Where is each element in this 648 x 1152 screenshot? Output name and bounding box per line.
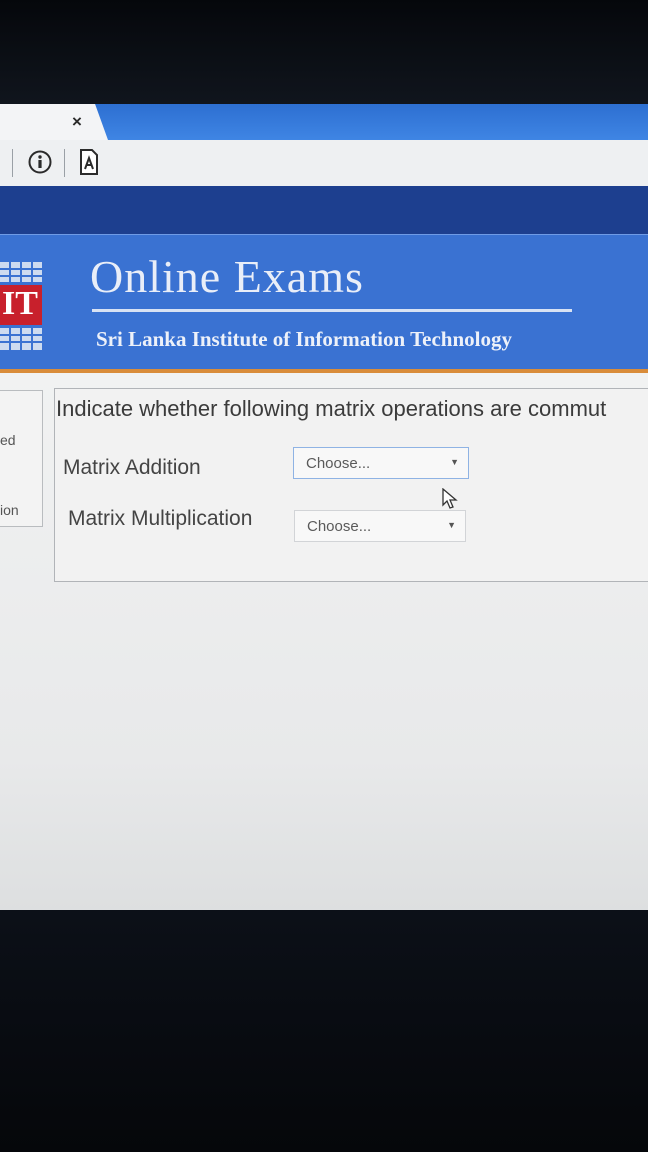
quiz-nav-label[interactable]: ion — [0, 502, 19, 518]
top-navigation-band — [0, 186, 648, 234]
matrix-multiplication-label: Matrix Multiplication — [68, 507, 253, 530]
logo-text: IT — [2, 285, 38, 322]
toolbar-divider — [64, 149, 65, 177]
title-divider — [92, 309, 572, 312]
browser-tab[interactable] — [0, 104, 108, 140]
chevron-down-icon: ▼ — [447, 520, 456, 530]
matrix-addition-select[interactable]: Choose... ▼ — [293, 447, 469, 479]
screen-bezel-bottom — [0, 910, 648, 1152]
site-subtitle: Sri Lanka Institute of Information Techn… — [96, 327, 512, 351]
toolbar-divider — [12, 149, 13, 177]
matrix-addition-label: Matrix Addition — [63, 456, 201, 479]
mouse-cursor-icon — [442, 487, 458, 510]
quiz-nav-label[interactable]: ed — [0, 432, 16, 448]
tab-close-icon[interactable]: × — [68, 112, 86, 132]
chevron-down-icon: ▼ — [450, 457, 459, 467]
info-icon[interactable] — [28, 150, 52, 174]
document-icon[interactable] — [79, 149, 99, 175]
screen-bezel-top — [0, 0, 648, 104]
matrix-multiplication-select[interactable]: Choose... ▼ — [294, 510, 466, 542]
sliit-logo: IT — [0, 262, 46, 354]
site-title: Online Exams — [90, 251, 364, 302]
question-text: Indicate whether following matrix operat… — [56, 396, 607, 421]
select-value: Choose... — [306, 455, 371, 472]
select-value: Choose... — [307, 518, 372, 535]
